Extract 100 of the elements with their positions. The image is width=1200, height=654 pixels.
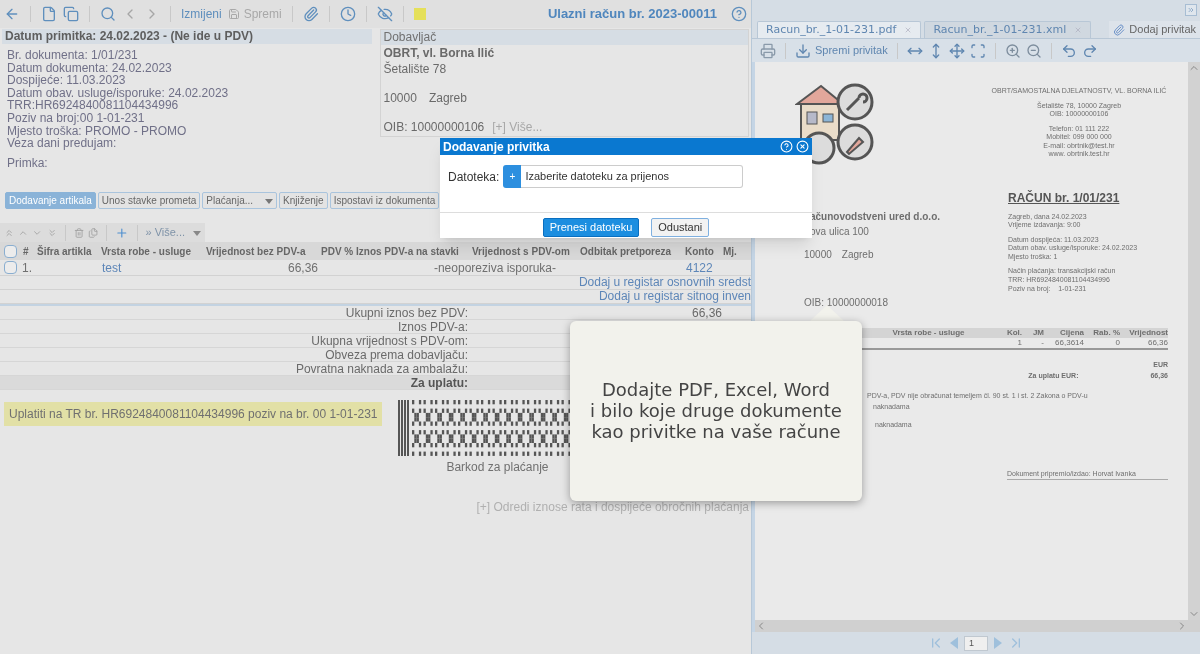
fit-page-icon[interactable] [969, 42, 986, 59]
section-header: Dobavljač [380, 30, 748, 45]
invoice-title: RAČUN br. 1/01/231 [1008, 189, 1121, 207]
window-title: Ulazni račun br. 2023-00011 [547, 5, 717, 24]
doc-cell: - [1041, 338, 1044, 347]
city: Zagreb [428, 91, 467, 105]
barcode-caption: Barkod za plaćanje [446, 459, 549, 476]
detail-text: Br. dokumenta: 1/01/231 [7, 49, 139, 62]
register-link[interactable]: Dodaj u registar sitnog inven [598, 290, 751, 303]
clock-icon[interactable] [339, 6, 356, 22]
paperclip-icon [1113, 23, 1126, 36]
rotate-left-icon[interactable] [1060, 42, 1077, 59]
field-label: Datoteka: [448, 169, 500, 186]
tab[interactable]: Ispostavi iz dokumenta [329, 192, 440, 209]
detail-text: Poziv na broj:00 1-01-231 [7, 111, 146, 125]
file-field[interactable]: Izaberite datoteku za prijenos [521, 165, 744, 188]
column-header: # [23, 245, 29, 257]
column-header: Mj. [723, 245, 737, 257]
rotate-right-icon[interactable] [1081, 42, 1098, 59]
buyer-oib: OIB: 10000000018 [804, 296, 888, 310]
doc-column-header: JM [1032, 328, 1044, 337]
total-label: Ukupni iznos bez PDV: [345, 306, 468, 320]
buyer-postal-code: 10000 [804, 248, 832, 262]
account-link[interactable]: 4122 [686, 260, 713, 275]
tab[interactable]: Dodavanje artikala [5, 192, 96, 209]
next-page-icon[interactable] [994, 637, 1002, 649]
tab[interactable]: Unos stavke prometa [97, 192, 201, 209]
detail-text: TRR:HR6924840081104434996 [7, 99, 180, 112]
file-tab-label: Racun_br._1-01-231.xml [933, 21, 1067, 38]
detail-text: Mjesto troška: PROMO - PROMO [7, 124, 188, 138]
doc-column-header: Vrijednost [1129, 328, 1168, 337]
back-icon[interactable] [4, 6, 20, 22]
column-header: Vrijednost s PDV-om [472, 245, 570, 257]
register-link[interactable]: Dodaj u registar osnovnih sredst [578, 276, 751, 289]
tab[interactable]: Knjiženje [279, 192, 328, 209]
note-icon[interactable] [413, 8, 426, 20]
total-label: Obveza prema dobavljaču: [325, 348, 468, 362]
delete-icon[interactable] [73, 226, 84, 239]
add-file-button[interactable]: + [503, 165, 522, 188]
more-link[interactable]: [+] Više... [492, 120, 543, 134]
dialog-title: Dodavanje privitka [443, 138, 551, 156]
tab[interactable]: Plaćanja... [202, 192, 278, 209]
search-icon[interactable] [100, 6, 116, 22]
detail-text: Veza dani predujam: [7, 137, 118, 150]
help-icon[interactable] [731, 6, 747, 22]
dialog-button[interactable]: Prenesi datoteku [542, 218, 640, 237]
file-tab[interactable]: Racun_br._1-01-231.pdf [757, 21, 922, 38]
total-label: Povratna naknada za ambalažu: [295, 362, 468, 376]
eye-off-icon[interactable] [376, 6, 393, 22]
add-attachment-button[interactable]: Dodaj privitak [1109, 21, 1200, 38]
save-attachment-button[interactable]: Spremi privitak [795, 42, 888, 59]
doc-cell: 1 [1017, 338, 1022, 347]
copy-icon[interactable] [63, 6, 79, 22]
callout-text: i bilo koje druge dokumente [590, 400, 842, 421]
postal-code: 10000 [383, 91, 417, 105]
doc-column-header: Kol. [1006, 328, 1022, 337]
doc-cell: 66,3614 [1055, 338, 1084, 347]
supplier-name: OBRT, vl. Borna Ilić [382, 46, 496, 60]
document-icon[interactable] [41, 6, 57, 22]
buyer-name: ačunovodstveni ured d.o.o. [810, 210, 941, 224]
dialog-button[interactable]: Odustani [651, 218, 710, 237]
detail-text: Datum dokumenta: 24.02.2023 [7, 61, 173, 75]
detail-text: Dospijeće: 11.03.2023 [7, 74, 127, 87]
detail-text: Datum obav. usluge/isporuke: 24.02.2023 [7, 86, 230, 100]
section-header: Datum primitka: 24.02.2023 - (Ne ide u PDV) [2, 29, 372, 44]
callout-text: kao privitke na vaše račune [591, 421, 841, 442]
column-header: Konto [685, 245, 714, 257]
collapse-button[interactable] [1185, 4, 1197, 16]
doc-column-header: Cijena [1060, 328, 1084, 337]
total-label: Za uplatu: [410, 376, 468, 390]
doc-cell: 0 [1115, 338, 1120, 347]
print-icon[interactable] [760, 42, 776, 59]
previous-page-icon[interactable] [950, 637, 958, 649]
doc-column-header: Vrsta robe - usluge [892, 328, 965, 337]
file-tab[interactable]: Racun_br._1-01-231.xml [924, 21, 1092, 38]
close-icon[interactable] [796, 140, 809, 153]
duplicate-icon[interactable] [87, 226, 99, 239]
checkbox[interactable] [4, 244, 17, 258]
doc-cell: 66,36 [1147, 338, 1168, 347]
zoom-in-icon[interactable] [1004, 42, 1021, 59]
page-field[interactable]: 1 [964, 635, 988, 651]
table-cell: 66,36 [287, 260, 318, 275]
checkbox[interactable] [4, 261, 17, 274]
double-chevron-icon [1187, 6, 1195, 14]
move-icon[interactable] [948, 42, 965, 59]
column-header: Vrsta robe - usluge [101, 245, 192, 257]
buyer-city: Zagreb [841, 248, 874, 262]
zoom-out-icon[interactable] [1025, 42, 1042, 59]
doc-column-header: Rab. % [1093, 328, 1120, 337]
save-icon [227, 8, 240, 20]
paperclip-icon[interactable] [302, 6, 319, 22]
total-label: Ukupna vrijednost s PDV-om: [311, 334, 468, 348]
total-value: 66,36 [691, 306, 722, 320]
column-header: Vrijednost bez PDV-a [206, 245, 306, 257]
item-link[interactable]: test [102, 260, 122, 275]
total-label: Iznos PDV-a: [397, 320, 468, 334]
payment-note: Uplatiti na TR br. HR6924840081104434996 poziv na br. 00 1-01-231 [4, 402, 383, 426]
table-cell: -neoporeziva isporuka- [433, 260, 556, 275]
edit-button[interactable]: Izmijeni [181, 5, 222, 23]
column-header: Šifra artikla [37, 245, 92, 257]
